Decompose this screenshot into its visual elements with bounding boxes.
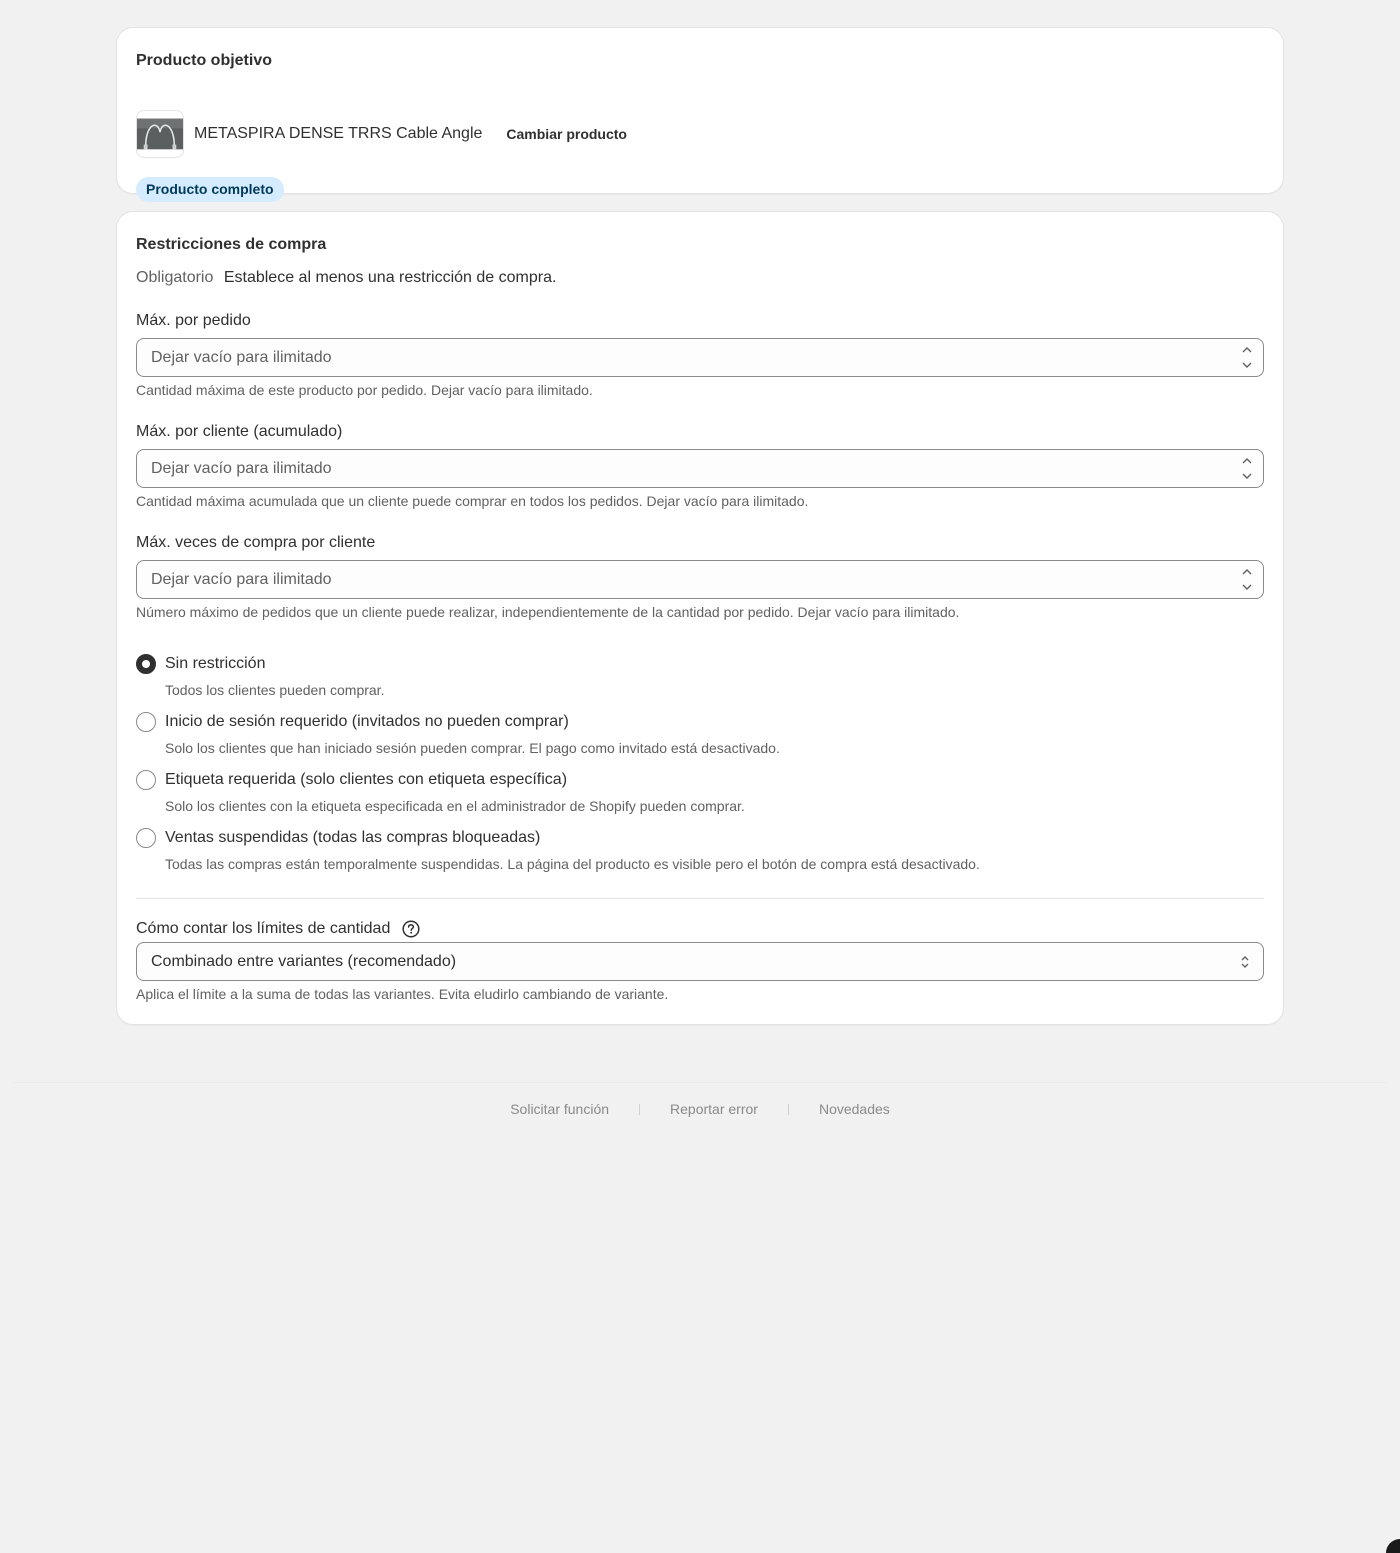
target-product-card: Producto objetivo METASPIRA DENSE TRRS C… [117, 28, 1283, 202]
radio-label[interactable]: Etiqueta requerida (solo clientes con et… [165, 771, 567, 789]
stepper-up-icon[interactable] [1237, 343, 1257, 356]
radio-help: Solo los clientes con la etiqueta especi… [165, 798, 745, 814]
purchase-restrictions-card: Restricciones de compra Obligatorio Esta… [117, 212, 1283, 1024]
max-purchases-label: Máx. veces de compra por cliente [136, 534, 376, 551]
select-chevron-icon [1241, 956, 1249, 968]
radio-label[interactable]: Inicio de sesión requerido (invitados no… [165, 713, 569, 731]
window-corner [1386, 1539, 1400, 1553]
radio-option-login-required[interactable]: Inicio de sesión requerido (invitados no… [136, 712, 569, 732]
radio-option-no-restriction[interactable]: Sin restricción [136, 654, 265, 674]
max-per-order-help: Cantidad máxima de este producto por ped… [136, 382, 593, 398]
count-mode-label-row: Cómo contar los límites de cantidad [136, 920, 420, 938]
radio-tag-required[interactable] [136, 770, 156, 790]
max-purchases-placeholder: Dejar vacío para ilimitado [151, 570, 332, 588]
max-per-customer-input[interactable]: Dejar vacío para ilimitado [136, 449, 1264, 488]
question-circle-icon[interactable] [402, 920, 420, 938]
page: Producto objetivo METASPIRA DENSE TRRS C… [0, 0, 1400, 1553]
stepper-down-icon[interactable] [1237, 359, 1257, 372]
count-mode-help: Aplica el límite a la suma de todas las … [136, 986, 669, 1002]
count-mode-select[interactable]: Combinado entre variantes (recomendado) [136, 942, 1264, 981]
max-per-customer-label: Máx. por cliente (acumulado) [136, 423, 343, 440]
radio-sales-suspended[interactable] [136, 828, 156, 848]
stepper-down-icon[interactable] [1237, 470, 1257, 483]
radio-login-required[interactable] [136, 712, 156, 732]
required-text: Establece al menos una restricción de co… [223, 269, 557, 286]
radio-option-tag-required[interactable]: Etiqueta requerida (solo clientes con et… [136, 770, 567, 790]
required-notice: Obligatorio Establece al menos una restr… [136, 269, 556, 287]
max-per-order-label: Máx. por pedido [136, 312, 251, 329]
footer-link-report-bug[interactable]: Reportar error [670, 1101, 758, 1117]
footer-divider [14, 1082, 1386, 1083]
stepper-down-icon[interactable] [1237, 581, 1257, 594]
max-per-order-input[interactable]: Dejar vacío para ilimitado [136, 338, 1264, 377]
scope-badge: Producto completo [136, 177, 284, 202]
radio-label[interactable]: Sin restricción [165, 655, 265, 673]
max-per-order-placeholder: Dejar vacío para ilimitado [151, 348, 332, 366]
count-mode-label: Cómo contar los límites de cantidad [136, 920, 391, 937]
product-name: METASPIRA DENSE TRRS Cable Angle [194, 125, 483, 142]
max-per-customer-help: Cantidad máxima acumulada que un cliente… [136, 493, 809, 509]
radio-no-restriction[interactable] [136, 654, 156, 674]
change-product-button[interactable]: Cambiar producto [506, 126, 627, 142]
max-per-order-stepper[interactable] [1237, 343, 1257, 372]
footer-separator [787, 1103, 789, 1115]
footer-separator [639, 1103, 641, 1115]
required-label: Obligatorio [136, 269, 214, 286]
footer-links: Solicitar función Reportar error Novedad… [0, 1101, 1400, 1117]
stepper-up-icon[interactable] [1237, 565, 1257, 578]
max-purchases-input[interactable]: Dejar vacío para ilimitado [136, 560, 1264, 599]
max-purchases-stepper[interactable] [1237, 565, 1257, 594]
card-title-target-product: Producto objetivo [136, 52, 272, 69]
radio-option-sales-suspended[interactable]: Ventas suspendidas (todas las compras bl… [136, 828, 540, 848]
product-row: METASPIRA DENSE TRRS Cable Angle Cambiar… [136, 110, 627, 158]
product-thumbnail [136, 110, 184, 158]
max-per-customer-stepper[interactable] [1237, 454, 1257, 483]
card-title-restrictions: Restricciones de compra [136, 236, 327, 253]
stepper-up-icon[interactable] [1237, 454, 1257, 467]
radio-help: Todos los clientes pueden comprar. [165, 682, 385, 698]
footer-link-request-feature[interactable]: Solicitar función [510, 1101, 609, 1117]
radio-label[interactable]: Ventas suspendidas (todas las compras bl… [165, 829, 540, 847]
footer-link-news[interactable]: Novedades [819, 1101, 890, 1117]
radio-help: Todas las compras están temporalmente su… [165, 856, 980, 872]
count-mode-selected: Combinado entre variantes (recomendado) [151, 952, 457, 970]
max-purchases-help: Número máximo de pedidos que un cliente … [136, 604, 960, 620]
divider [136, 898, 1264, 899]
radio-help: Solo los clientes que han iniciado sesió… [165, 740, 780, 756]
max-per-customer-placeholder: Dejar vacío para ilimitado [151, 459, 332, 477]
cable-image-icon [137, 118, 183, 150]
